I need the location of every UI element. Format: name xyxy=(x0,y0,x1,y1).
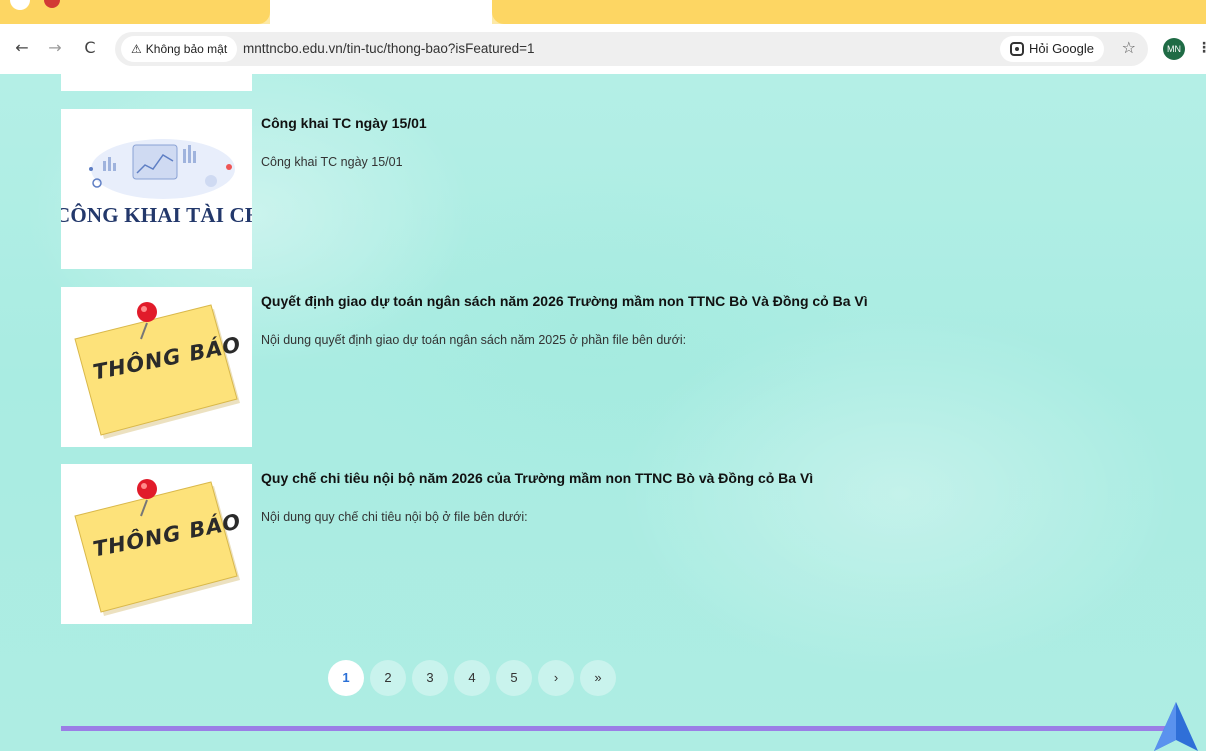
news-title[interactable]: Quy chế chi tiêu nội bộ năm 2026 của Trư… xyxy=(261,470,813,486)
scroll-to-top-icon[interactable] xyxy=(1154,702,1198,751)
last-page-button[interactable]: » xyxy=(580,660,616,696)
pagination: 1 2 3 4 5 › » xyxy=(328,660,616,696)
browser-tab-previous[interactable] xyxy=(0,0,270,24)
browser-tab-next[interactable] xyxy=(492,0,1206,24)
news-thumbnail-finance[interactable]: CÔNG KHAI TÀI CHÍNH xyxy=(61,109,252,269)
footer-divider xyxy=(61,726,1171,731)
page-button-4[interactable]: 4 xyxy=(454,660,490,696)
page-button-2[interactable]: 2 xyxy=(370,660,406,696)
page-button-5[interactable]: 5 xyxy=(496,660,532,696)
tab-favicon-red-icon xyxy=(44,0,60,8)
thumbnail-caption: CÔNG KHAI TÀI CHÍNH xyxy=(61,203,252,227)
news-item: CÔNG KHAI TÀI CHÍNH Công khai TC ngày 15… xyxy=(61,109,1061,269)
menu-dots-icon[interactable]: ⋮ xyxy=(1197,38,1206,60)
security-label: Không bảo mật xyxy=(145,42,228,56)
next-page-button[interactable]: › xyxy=(538,660,574,696)
ask-google-label: Hỏi Google xyxy=(1028,41,1094,56)
arrow-left-icon[interactable]: ← xyxy=(12,38,32,58)
news-description: Nội dung quyết định giao dự toán ngân sá… xyxy=(261,333,687,347)
url-text[interactable]: mnttncbo.edu.vn/tin-tuc/thong-bao?isFeat… xyxy=(243,32,535,66)
arrow-right-icon[interactable]: → xyxy=(45,38,65,58)
reload-icon[interactable]: C xyxy=(80,38,100,58)
google-lens-icon xyxy=(1009,42,1024,56)
news-item: THÔNG BÁO Quy chế chi tiêu nội bộ năm 20… xyxy=(61,464,1061,624)
security-indicator[interactable]: ⚠ Không bảo mật xyxy=(121,36,238,62)
previous-item-thumbnail[interactable] xyxy=(61,74,252,91)
ask-google-button[interactable]: Hỏi Google xyxy=(999,36,1104,62)
news-thumbnail-notice[interactable]: THÔNG BÁO xyxy=(61,287,252,447)
page-button-3[interactable]: 3 xyxy=(412,660,448,696)
browser-toolbar: ← → C ⚠ Không bảo mật mnttncbo.edu.vn/ti… xyxy=(0,24,1206,74)
bookmark-star-icon[interactable]: ☆ xyxy=(1122,38,1136,57)
avatar[interactable]: MN xyxy=(1163,38,1185,60)
news-title[interactable]: Công khai TC ngày 15/01 xyxy=(261,115,427,131)
finance-chart-icon xyxy=(89,139,235,199)
news-description: Nội dung quy chế chi tiêu nội bộ ở file … xyxy=(261,510,528,524)
tab-strip xyxy=(0,0,1206,24)
warning-icon: ⚠ xyxy=(131,42,142,56)
tab-favicon xyxy=(10,0,30,10)
browser-tab-active[interactable] xyxy=(270,0,492,24)
news-description: Công khai TC ngày 15/01 xyxy=(261,155,403,169)
news-thumbnail-notice[interactable]: THÔNG BÁO xyxy=(61,464,252,624)
page-content: CÔNG KHAI TÀI CHÍNH Công khai TC ngày 15… xyxy=(0,74,1206,751)
page-button-1[interactable]: 1 xyxy=(328,660,364,696)
news-item: THÔNG BÁO Quyết định giao dự toán ngân s… xyxy=(61,287,1061,447)
news-title[interactable]: Quyết định giao dự toán ngân sách năm 20… xyxy=(261,293,868,309)
address-bar[interactable]: ⚠ Không bảo mật mnttncbo.edu.vn/tin-tuc/… xyxy=(115,32,1148,66)
